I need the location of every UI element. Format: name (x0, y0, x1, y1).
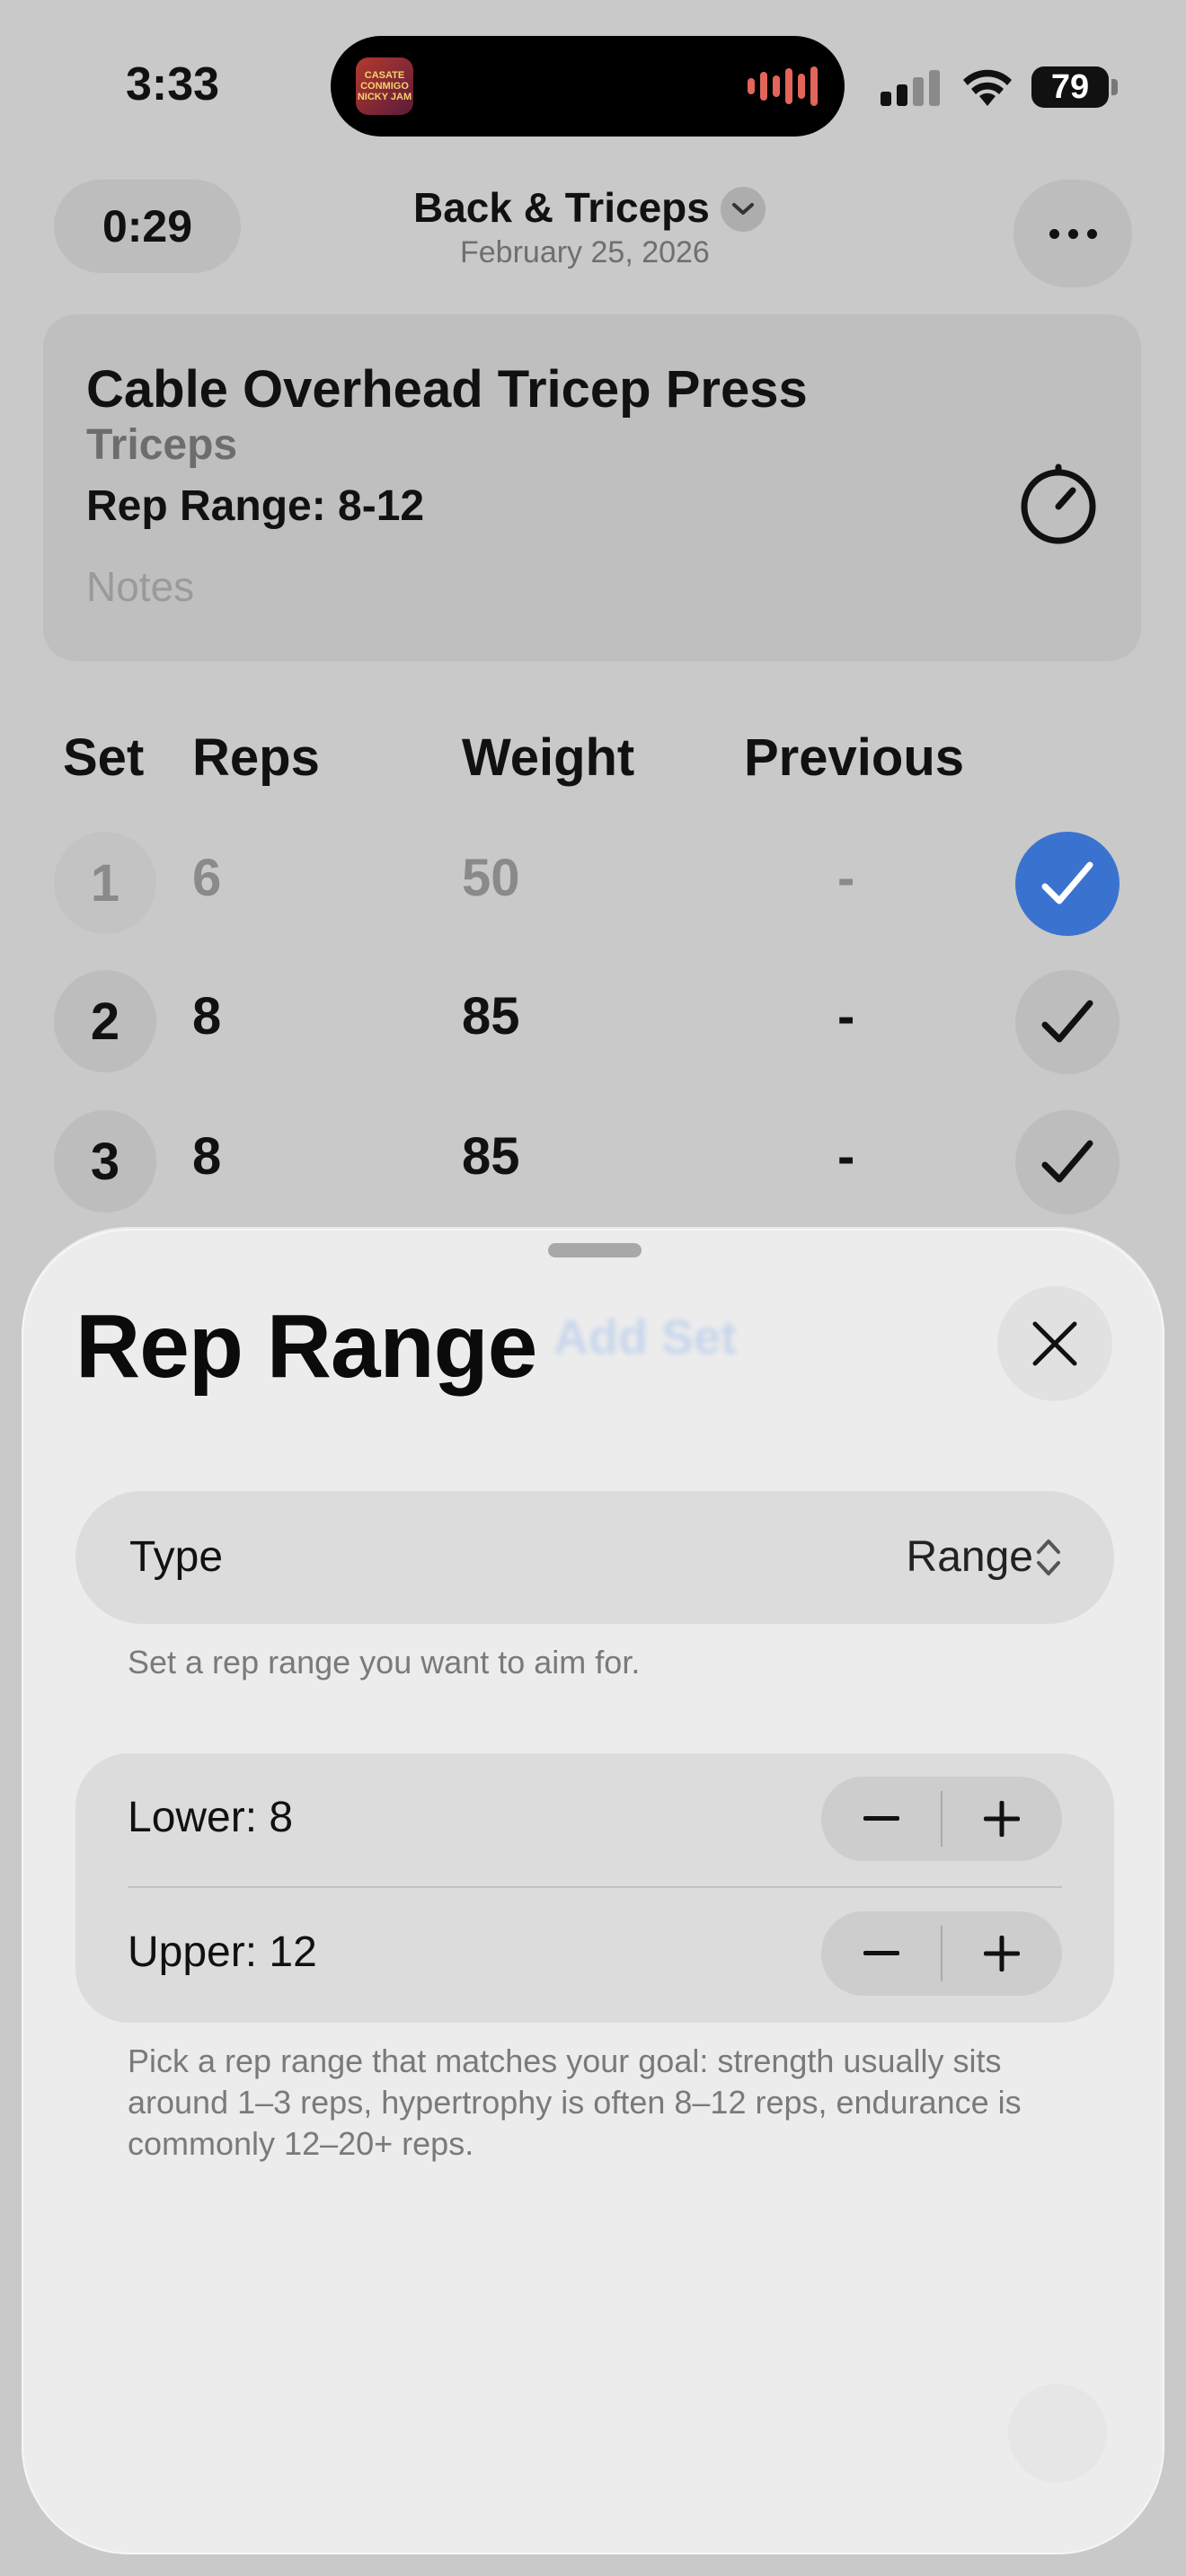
close-button[interactable] (997, 1286, 1112, 1401)
sheet-grabber[interactable] (548, 1243, 642, 1257)
exercise-card[interactable]: Cable Overhead Tricep Press Triceps Rep … (43, 314, 1141, 661)
column-header-set: Set (63, 728, 145, 787)
chevron-up-down-icon (1037, 1539, 1060, 1575)
lower-increment-button[interactable] (942, 1777, 1062, 1861)
checkmark-icon (1041, 861, 1093, 904)
weight-cell[interactable]: 50 (462, 848, 520, 908)
upper-increment-button[interactable] (942, 1911, 1062, 1996)
minus-icon (863, 1816, 899, 1821)
elapsed-timer[interactable]: 0:29 (54, 180, 241, 273)
type-picker[interactable]: Type Range (75, 1491, 1114, 1624)
previous-cell: - (837, 1127, 855, 1186)
table-row: 1 6 50 - (0, 821, 1186, 938)
ellipsis-icon (1049, 228, 1059, 239)
complete-set-button[interactable] (1015, 970, 1120, 1074)
minus-icon (863, 1951, 899, 1955)
previous-cell: - (837, 849, 855, 907)
checkmark-icon (1041, 1140, 1093, 1183)
sheet-title: Rep Range (75, 1296, 537, 1397)
set-number[interactable]: 1 (54, 832, 156, 934)
exercise-rep-range[interactable]: Rep Range: 8-12 (86, 481, 424, 531)
chevron-down-icon[interactable] (721, 187, 766, 232)
table-row: 3 8 85 - (0, 1099, 1186, 1216)
weight-cell[interactable]: 85 (462, 1126, 520, 1187)
divider (128, 1886, 1062, 1888)
dynamic-island[interactable]: CASATE CONMIGO NICKY JAM (331, 36, 845, 137)
exercise-muscle: Triceps (86, 421, 238, 469)
type-value[interactable]: Range (907, 1532, 1033, 1582)
previous-cell: - (837, 987, 855, 1045)
plus-icon (984, 1936, 1020, 1972)
upper-bound-stepper[interactable] (821, 1911, 1062, 1996)
lower-bound-stepper[interactable] (821, 1777, 1062, 1861)
workout-date: February 25, 2026 (460, 235, 710, 269)
type-label: Type (129, 1533, 224, 1581)
checkmark-icon (1041, 1000, 1093, 1043)
set-number[interactable]: 2 (54, 970, 156, 1072)
add-set-button-behind: Add Set (553, 1310, 738, 1364)
notes-field[interactable]: Notes (86, 562, 194, 611)
battery-tip (1111, 79, 1118, 95)
complete-set-button[interactable] (1015, 832, 1120, 936)
status-bar: 3:33 CASATE CONMIGO NICKY JAM 79 (0, 0, 1186, 171)
more-options-button[interactable] (1013, 180, 1132, 287)
lower-bound-label: Lower: 8 (128, 1794, 294, 1841)
workout-title[interactable]: Back & Triceps (413, 183, 710, 232)
upper-decrement-button[interactable] (821, 1911, 942, 1996)
reps-cell[interactable]: 6 (192, 848, 221, 908)
add-button-behind (1008, 2384, 1107, 2483)
now-playing-album-art: CASATE CONMIGO NICKY JAM (356, 57, 413, 115)
set-number[interactable]: 3 (54, 1110, 156, 1213)
audio-waveform-icon (748, 66, 818, 106)
reps-cell[interactable]: 8 (192, 1126, 221, 1187)
range-help-text: Pick a rep range that matches your goal:… (128, 2042, 1022, 2162)
status-time: 3:33 (126, 58, 220, 110)
wifi-icon (963, 69, 1012, 106)
rest-timer-icon[interactable] (1013, 458, 1103, 548)
weight-cell[interactable]: 85 (462, 986, 520, 1046)
column-header-weight: Weight (462, 728, 635, 787)
table-row: 2 8 85 - (0, 959, 1186, 1076)
upper-bound-label: Upper: 12 (128, 1928, 317, 1976)
column-header-previous: Previous (744, 728, 964, 787)
range-bounds-card: Lower: 8 Upper: 12 (75, 1753, 1114, 2023)
battery-icon: 79 (1031, 66, 1109, 108)
close-icon (1032, 1321, 1077, 1366)
column-header-reps: Reps (192, 728, 320, 787)
rep-range-sheet: Add Set Rep Range Type Range Set a rep r… (22, 1229, 1164, 2554)
exercise-name: Cable Overhead Tricep Press (86, 360, 808, 419)
plus-icon (984, 1801, 1020, 1837)
lower-decrement-button[interactable] (821, 1777, 942, 1861)
cellular-signal-icon (881, 66, 940, 106)
reps-cell[interactable]: 8 (192, 986, 221, 1046)
type-help-text: Set a rep range you want to aim for. (128, 1644, 641, 1681)
complete-set-button[interactable] (1015, 1110, 1120, 1214)
